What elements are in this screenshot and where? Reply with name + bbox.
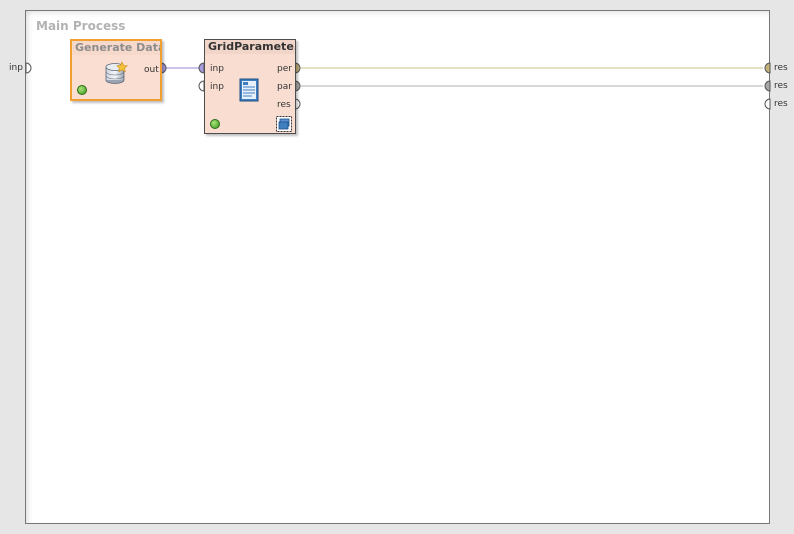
par-port-label: par — [277, 82, 292, 92]
status-ok-indicator — [77, 85, 87, 95]
operator-generate-data[interactable]: Generate Data out — [70, 39, 162, 101]
process-result-label-3: res — [774, 99, 788, 109]
status-ok-indicator — [210, 119, 220, 129]
document-icon — [239, 78, 259, 102]
res-port-label: res — [277, 100, 291, 110]
inp-port-label-2: inp — [210, 82, 224, 92]
process-input-port[interactable] — [25, 62, 32, 74]
process-result-label-1: res — [774, 63, 788, 73]
per-port-label: per — [277, 64, 292, 74]
process-result-label-2: res — [774, 81, 788, 91]
operator-title: Generate Data — [72, 41, 160, 55]
process-input-label: inp — [9, 63, 23, 73]
process-result-port-3[interactable] — [764, 98, 771, 110]
process-result-port-1[interactable] — [764, 62, 771, 74]
database-icon — [105, 61, 128, 84]
operator-title: GridParamete... — [205, 40, 295, 54]
process-result-port-2[interactable] — [764, 80, 771, 92]
out-port-label: out — [144, 65, 159, 75]
inp-port-label-1: inp — [210, 64, 224, 74]
subprocess-icon[interactable] — [276, 116, 292, 132]
operator-grid-parameter[interactable]: GridParamete... inp inp per par res — [204, 39, 296, 134]
